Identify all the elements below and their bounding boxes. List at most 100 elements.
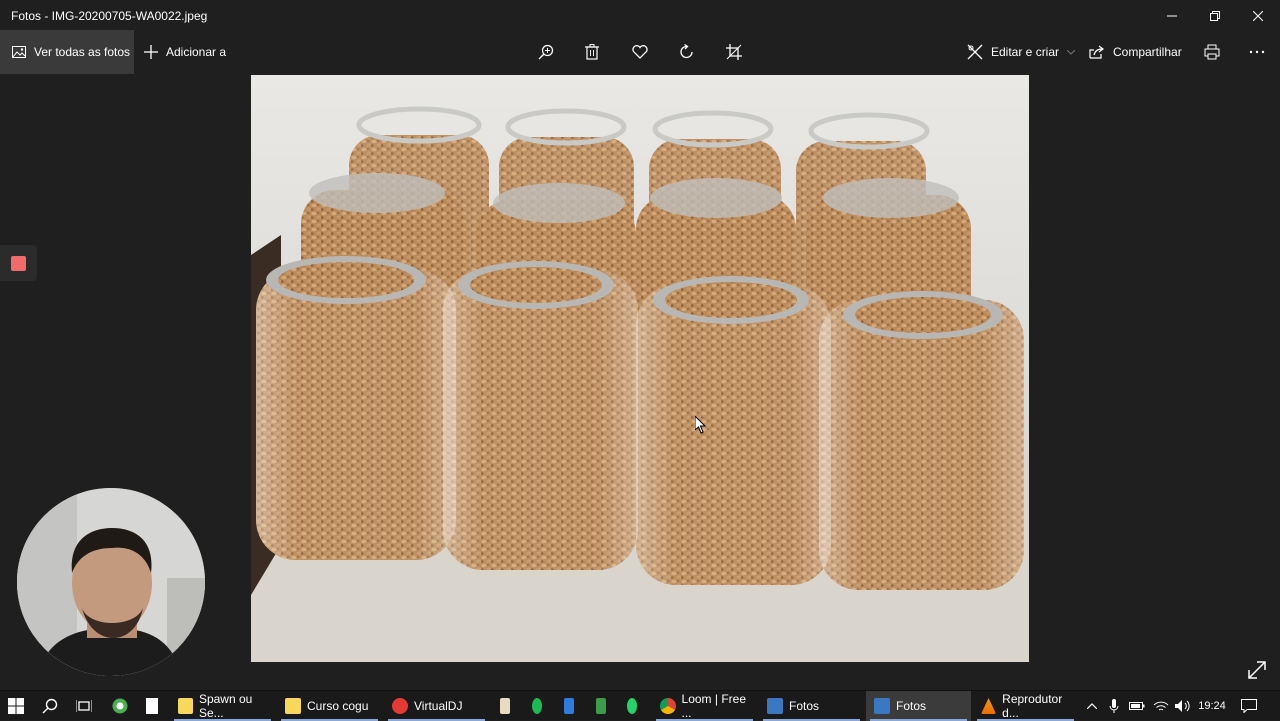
share-button[interactable]: Compartilhar xyxy=(1089,30,1182,74)
webcam-overlay xyxy=(17,488,205,676)
windows-icon xyxy=(8,698,24,714)
view-all-photos-button[interactable]: Ver todas as fotos xyxy=(0,30,134,74)
title-bar: Fotos - IMG-20200705-WA0022.jpeg xyxy=(0,0,1280,32)
notifications-button[interactable] xyxy=(1240,691,1258,721)
zoom-icon xyxy=(538,44,554,60)
photos-app-window: Fotos - IMG-20200705-WA0022.jpeg Ver tod… xyxy=(0,0,1280,690)
taskbar-app-2[interactable]: VirtualDJ xyxy=(384,691,489,721)
close-button[interactable] xyxy=(1236,0,1280,32)
rotate-icon xyxy=(680,44,693,59)
edit-create-icon xyxy=(967,44,983,60)
taskbar-files[interactable] xyxy=(564,691,580,721)
photos-icon xyxy=(767,698,783,714)
rotate-button[interactable] xyxy=(667,30,707,74)
battery-icon xyxy=(1129,702,1145,710)
notepad-icon xyxy=(178,698,193,714)
photo-view[interactable] xyxy=(251,75,1029,662)
notes-icon xyxy=(500,698,510,714)
whatsapp-icon xyxy=(627,698,637,714)
favorite-button[interactable] xyxy=(620,30,660,74)
toolbar: Ver todas as fotos Adicionar a Editar e … xyxy=(0,30,1280,74)
minimize-icon xyxy=(1167,15,1177,17)
restore-button[interactable] xyxy=(1193,0,1237,32)
taskbar-app-label: Reprodutor d... xyxy=(1002,692,1063,720)
virtualdj-icon xyxy=(392,698,408,714)
app-icon xyxy=(596,698,606,714)
microphone-button[interactable] xyxy=(1106,691,1122,721)
edit-create-button[interactable]: Editar e criar xyxy=(967,30,1076,74)
taskbar-app-1[interactable]: Curso cogu xyxy=(277,691,382,721)
taskbar-app-green[interactable] xyxy=(596,691,612,721)
zoom-button[interactable] xyxy=(526,30,566,74)
chevron-up-icon xyxy=(1087,703,1097,709)
taskbar-app-label: Curso cogu xyxy=(307,699,369,713)
notepad-icon xyxy=(285,698,301,714)
chrome-icon xyxy=(660,698,676,714)
crop-button[interactable] xyxy=(714,30,754,74)
expand-icon xyxy=(1248,661,1266,679)
battery-button[interactable] xyxy=(1128,691,1146,721)
clock[interactable]: 19:24 xyxy=(1196,691,1228,721)
view-all-photos-label: Ver todas as fotos xyxy=(34,45,131,59)
taskbar-whatsapp[interactable] xyxy=(627,691,643,721)
search-button[interactable] xyxy=(42,691,60,721)
search-icon xyxy=(42,698,58,714)
chevron-down-icon xyxy=(1067,49,1076,55)
photo-icon xyxy=(12,46,26,58)
photos-icon xyxy=(874,698,890,714)
print-button[interactable] xyxy=(1192,30,1232,74)
taskbar-app-4[interactable]: Fotos xyxy=(759,691,864,721)
delete-button[interactable] xyxy=(572,30,612,74)
fullscreen-button[interactable] xyxy=(1245,658,1269,682)
taskbar-app-label: Spawn ou Se... xyxy=(198,692,253,720)
taskbar-spotify[interactable] xyxy=(532,691,548,721)
show-hidden-icons-button[interactable] xyxy=(1084,691,1100,721)
task-view-icon xyxy=(76,700,92,712)
webcam-feed xyxy=(17,488,205,676)
stop-icon xyxy=(11,255,26,271)
jars-photo xyxy=(251,75,1029,662)
taskbar-app-5[interactable]: Fotos xyxy=(866,691,971,721)
wifi-icon xyxy=(1153,701,1169,711)
notification-icon xyxy=(1241,699,1257,713)
spotify-icon xyxy=(532,698,542,714)
volume-icon xyxy=(1175,700,1190,712)
edit-create-label: Editar e criar xyxy=(991,45,1060,59)
taskbar-app-label: VirtualDJ xyxy=(414,699,463,713)
taskbar-app-label: Fotos xyxy=(896,699,927,713)
more-options-button[interactable] xyxy=(1237,30,1277,74)
taskbar-app-label: Loom | Free ... xyxy=(681,692,746,720)
taskbar-document[interactable] xyxy=(146,691,160,721)
taskbar-app-3[interactable]: Loom | Free ... xyxy=(652,691,757,721)
file-icon xyxy=(564,698,574,714)
taskbar-app-label: Fotos xyxy=(789,699,820,713)
share-label: Compartilhar xyxy=(1113,45,1182,59)
add-to-label: Adicionar a xyxy=(166,45,227,59)
taskbar-notes[interactable] xyxy=(500,691,516,721)
taskbar-app-0[interactable]: Spawn ou Se... xyxy=(170,691,275,721)
recording-stop-button[interactable] xyxy=(0,245,37,281)
window-title: Fotos - IMG-20200705-WA0022.jpeg xyxy=(11,9,208,23)
volume-button[interactable] xyxy=(1174,691,1192,721)
vlc-icon xyxy=(981,698,997,714)
close-icon xyxy=(1253,11,1263,21)
taskbar-app-6[interactable]: Reprodutor d... xyxy=(973,691,1078,721)
share-icon xyxy=(1089,45,1104,59)
taskbar: Spawn ou Se... Curso cogu VirtualDJ Loom… xyxy=(0,690,1280,721)
add-to-button[interactable]: Adicionar a xyxy=(144,30,226,74)
task-view-button[interactable] xyxy=(76,691,94,721)
restore-icon xyxy=(1210,11,1220,21)
minimize-button[interactable] xyxy=(1150,0,1194,32)
document-icon xyxy=(146,698,158,714)
favorite-icon xyxy=(632,45,648,59)
microphone-icon xyxy=(1109,699,1119,713)
start-button[interactable] xyxy=(8,691,26,721)
app-green-icon xyxy=(112,698,128,714)
taskbar-pinned-app[interactable] xyxy=(112,691,130,721)
wifi-button[interactable] xyxy=(1152,691,1170,721)
crop-icon xyxy=(726,44,742,60)
plus-icon xyxy=(144,45,158,59)
print-icon xyxy=(1204,44,1220,60)
mouse-cursor-icon xyxy=(695,416,707,434)
delete-icon xyxy=(585,44,599,60)
